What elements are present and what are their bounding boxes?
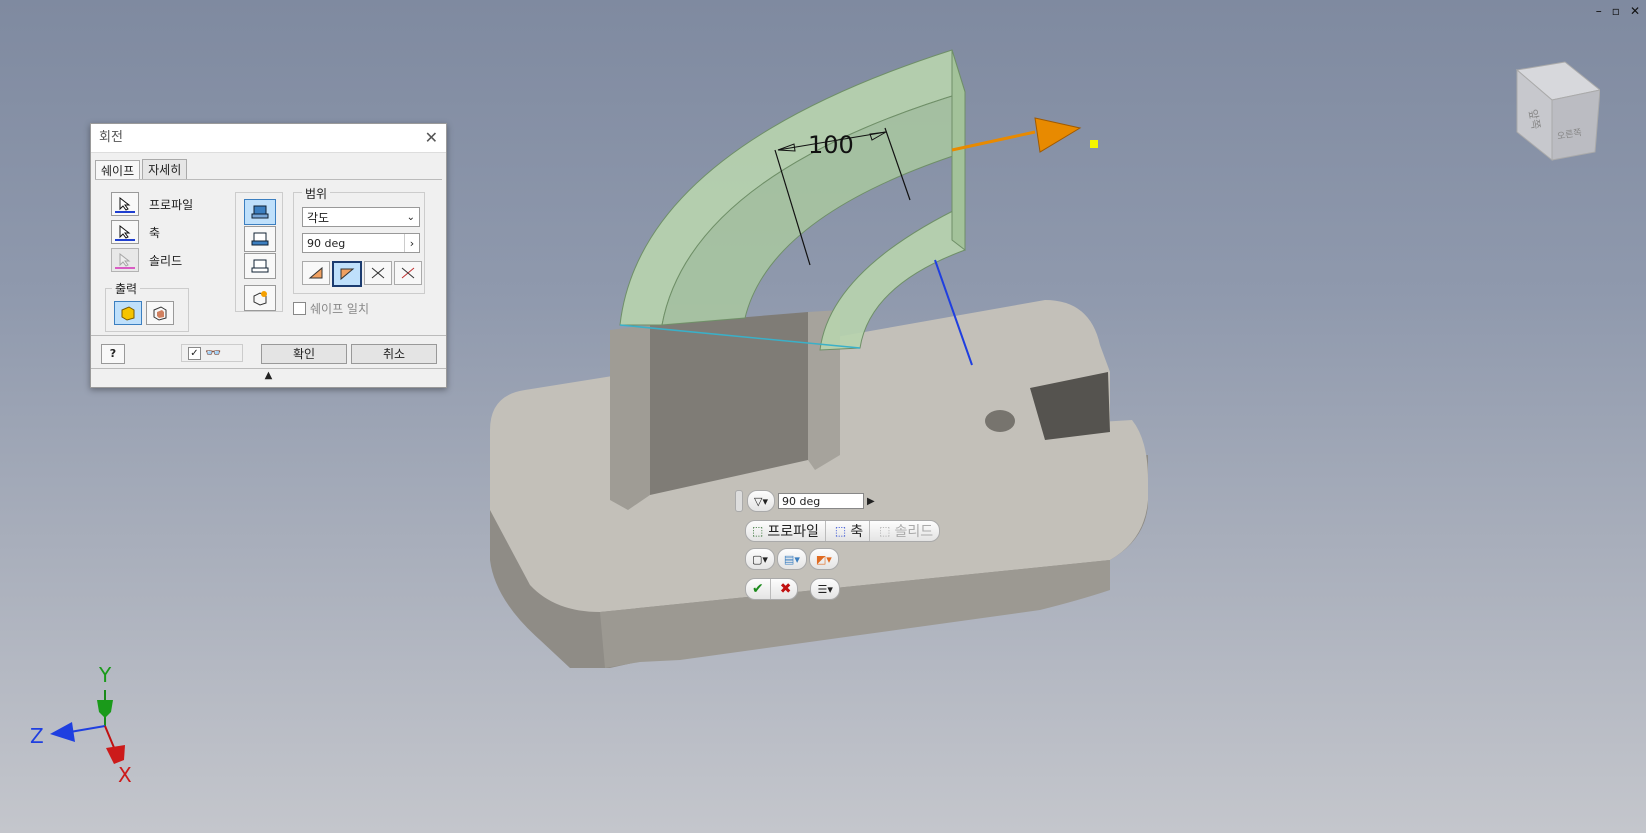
chevron-down-icon: ⌄ [406, 212, 415, 223]
direction-1-icon [308, 266, 323, 279]
axis-select-icon: ⬚ [834, 524, 847, 538]
solid-label: 솔리드 [149, 253, 183, 268]
dimension-value[interactable]: 100 [808, 131, 854, 159]
mini-extent-dropdown[interactable]: ▽▾ [747, 490, 775, 512]
direction-arrow[interactable] [951, 117, 1098, 153]
angle-value: 90 deg [307, 237, 346, 250]
axis-z-label: Z [30, 724, 44, 748]
mini-axis-label: 축 [850, 524, 864, 540]
dialog-body: 프로파일 축 솔리드 출력 범위 각도 ⌄ 90 deg › 쉐이프 일치 [95, 179, 442, 335]
cut-button[interactable] [244, 226, 276, 252]
cut-icon [251, 232, 269, 246]
mini-cancel-button[interactable]: ✖ [774, 579, 798, 599]
solid-cube-icon [121, 306, 135, 321]
mini-ok-button[interactable]: ✔ [746, 579, 771, 599]
dialog-close-icon[interactable]: ✕ [425, 124, 438, 152]
join-button[interactable] [244, 199, 276, 225]
mini-toolbar-select-row: ⬚ 프로파일 ⬚ 축 ⬚ 솔리드 [745, 520, 941, 542]
profile-selector[interactable]: 프로파일 [111, 192, 193, 216]
match-shape-label: 쉐이프 일치 [310, 302, 370, 316]
mini-profile-button[interactable]: ⬚ 프로파일 [746, 521, 826, 541]
collapse-toggle[interactable]: ▲ [91, 368, 446, 383]
symmetric-icon [371, 267, 385, 279]
output-group: 출력 [105, 280, 189, 332]
mini-profile-label: 프로파일 [767, 524, 819, 540]
preview-toggle[interactable]: ✓ 👓 [181, 344, 243, 362]
revolve-preview [619, 49, 966, 351]
profile-select-button[interactable] [111, 192, 139, 216]
mini-toolbar-options-row: ▢▾ ▤▾ ◩▾ [745, 548, 839, 570]
tab-more[interactable]: 자세히 [142, 159, 188, 179]
tab-shape[interactable]: 쉐이프 [95, 160, 141, 180]
glasses-icon: 👓 [205, 345, 222, 361]
chevron-right-icon[interactable]: › [404, 234, 419, 252]
direction-2-icon [340, 268, 355, 281]
direction-buttons [302, 261, 422, 287]
dialog-title: 회전 [99, 130, 123, 145]
dialog-footer: ? ✓ 👓 확인 취소 [91, 335, 446, 368]
mini-output-dropdown[interactable]: ▢▾ [745, 548, 775, 570]
solid-select-icon: ⬚ [879, 524, 891, 538]
output-label: 출력 [112, 280, 141, 297]
solid-select-button[interactable] [111, 248, 139, 272]
axis-x-label: X [118, 763, 132, 787]
angle-input[interactable]: 90 deg › [302, 233, 420, 253]
cursor-arrow-icon [119, 225, 131, 239]
dialog-tabs: 쉐이프 자세히 [91, 153, 446, 180]
extent-type-value: 각도 [307, 211, 330, 225]
symmetric-button[interactable] [364, 261, 392, 285]
intersect-icon [251, 259, 269, 273]
extent-label: 범위 [302, 185, 331, 202]
axis-select-button[interactable] [111, 220, 139, 244]
cursor-arrow-icon [119, 253, 131, 267]
direction-1-button[interactable] [302, 261, 330, 285]
mini-toolbar-angle-row: ▽▾ 90 deg ▶ [735, 490, 875, 512]
match-shape-checkbox[interactable] [293, 302, 306, 315]
view-cube[interactable]: 앞쪽 오른쪽 [1505, 60, 1600, 170]
cross-icon: ✖ [779, 581, 792, 597]
axis-selector[interactable]: 축 [111, 220, 160, 244]
join-icon [251, 205, 269, 219]
intersect-button[interactable] [244, 253, 276, 279]
help-button[interactable]: ? [101, 344, 125, 364]
dialog-title-bar[interactable]: 회전 ✕ [91, 124, 446, 153]
profile-select-icon: ⬚ [752, 524, 764, 538]
check-icon: ✔ [752, 581, 764, 597]
mini-direction-dropdown[interactable]: ◩▾ [808, 548, 839, 570]
asymmetric-icon [401, 267, 415, 279]
mini-angle-input[interactable]: 90 deg [777, 493, 864, 509]
axis-y-label: Y [98, 663, 112, 687]
extent-type-select[interactable]: 각도 ⌄ [302, 207, 420, 227]
new-solid-button[interactable] [244, 285, 276, 311]
mini-confirm-group: ✔ ✖ [745, 578, 799, 600]
preview-checkbox[interactable]: ✓ [188, 346, 201, 360]
output-solid-button[interactable] [114, 301, 142, 325]
ok-button[interactable]: 확인 [261, 344, 347, 364]
mini-toolbar-grip[interactable] [735, 490, 743, 512]
new-solid-icon [253, 291, 267, 306]
mini-toolbar-confirm-row: ✔ ✖ ☰▾ [745, 578, 840, 600]
axis-label: 축 [149, 225, 161, 240]
profile-label: 프로파일 [149, 197, 194, 212]
solid-selector[interactable]: 솔리드 [111, 248, 182, 272]
match-shape-option[interactable]: 쉐이프 일치 [293, 300, 369, 317]
asymmetric-button[interactable] [394, 261, 422, 285]
mini-solid-label: 솔리드 [894, 524, 934, 540]
mini-more-dropdown[interactable]: ☰▾ [810, 578, 840, 600]
cancel-button[interactable]: 취소 [351, 344, 437, 364]
cursor-arrow-icon [119, 197, 131, 211]
revolve-dialog: 회전 ✕ 쉐이프 자세히 프로파일 축 솔리드 출력 범위 각도 ⌄ 90 de… [90, 123, 447, 388]
operation-group [235, 192, 283, 312]
extent-group: 범위 각도 ⌄ 90 deg › [293, 185, 425, 294]
mini-selectors: ⬚ 프로파일 ⬚ 축 ⬚ 솔리드 [745, 520, 941, 542]
surface-cube-icon [153, 306, 167, 321]
mini-angle-arrow-icon[interactable]: ▶ [867, 496, 875, 507]
output-surface-button[interactable] [146, 301, 174, 325]
mini-operation-dropdown[interactable]: ▤▾ [776, 548, 807, 570]
mini-axis-button[interactable]: ⬚ 축 [829, 521, 871, 541]
direction-2-button[interactable] [332, 261, 362, 287]
axis-triad: Y Z X [30, 663, 132, 787]
mini-solid-button[interactable]: ⬚ 솔리드 [873, 521, 939, 541]
